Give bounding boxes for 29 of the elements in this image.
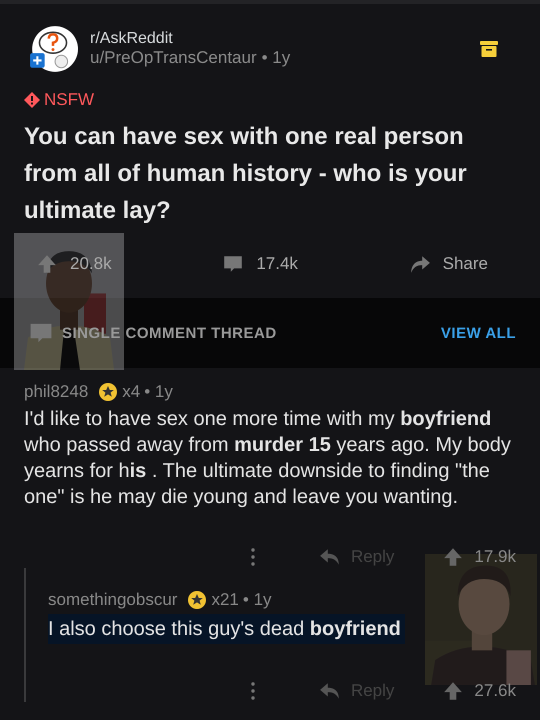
award-count: x4 <box>122 382 140 402</box>
comment-age: • 1y <box>144 382 173 402</box>
award-icon <box>187 590 208 610</box>
more-options-icon[interactable] <box>250 548 255 566</box>
comment-author[interactable]: phil8248 <box>24 382 88 402</box>
award-icon <box>98 382 118 402</box>
post-author[interactable]: u/PreOpTransCentaur <box>90 48 257 68</box>
subreddit-name[interactable]: r/AskReddit <box>90 30 480 48</box>
more-options-icon[interactable] <box>250 682 255 700</box>
upvote-icon[interactable] <box>36 253 58 275</box>
post-title: You can have sex with one real person from all of human history - who is your ultimate lay? <box>23 122 468 226</box>
comment-text: I'd like to have sex one more time with my boyfriend who passed away from murder 15 years ago. My body yearns for his . The ultimate downside to finding "the one" is he may die young and leave you wanting. <box>24 407 512 510</box>
comment-text: I also choose this guy's dead boyfriend <box>48 614 405 644</box>
vote-count: 20.8k <box>70 254 112 274</box>
archive-icon[interactable] <box>480 41 498 57</box>
comment-age: • 1y <box>242 590 272 610</box>
award-count: x21 <box>211 590 239 610</box>
upvote-icon[interactable] <box>442 680 464 702</box>
post-age: • 1y <box>262 48 290 68</box>
subreddit-avatar-icon[interactable] <box>28 24 78 74</box>
comment-count: 17.4k <box>256 254 298 274</box>
view-all-link[interactable]: VIEW ALL <box>440 324 516 342</box>
nsfw-label: NSFW <box>44 90 94 110</box>
share-button[interactable]: Share <box>408 253 488 275</box>
vote-count: 27.6k <box>474 681 516 701</box>
upvote-icon[interactable] <box>442 546 464 568</box>
warning-icon <box>24 92 40 108</box>
vote-count: 17.9k <box>474 547 516 567</box>
comment-author[interactable]: somethingobscur <box>48 590 178 610</box>
